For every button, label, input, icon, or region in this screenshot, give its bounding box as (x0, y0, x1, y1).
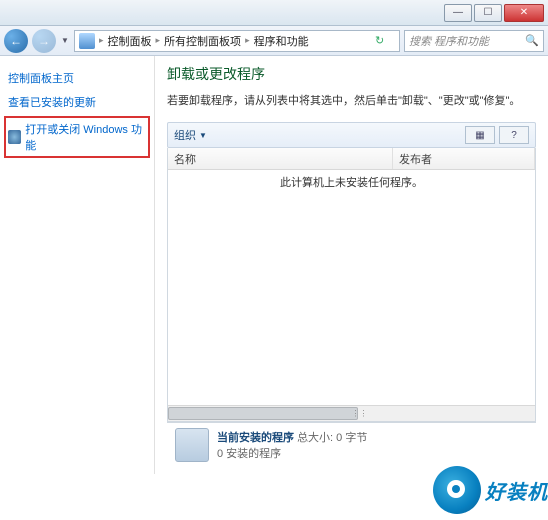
refresh-icon[interactable]: ↻ (375, 34, 395, 47)
watermark-text: 好装机 (485, 476, 548, 505)
body-area: 控制面板主页 查看已安装的更新 打开或关闭 Windows 功能 卸载或更改程序… (0, 56, 548, 474)
empty-message: 此计算机上未安装任何程序。 (168, 170, 535, 194)
breadcrumb-item-programs[interactable]: 程序和功能 (254, 33, 309, 49)
back-button[interactable]: ← (4, 29, 28, 53)
sidebar-item-label: 查看已安装的更新 (8, 94, 96, 110)
search-input[interactable]: 搜索 程序和功能 🔍 (404, 30, 544, 52)
breadcrumb-item-all-items[interactable]: 所有控制面板项 (164, 33, 241, 49)
scrollbar-grip-icon: ⋮⋮ (352, 409, 368, 418)
sidebar-item-updates[interactable]: 查看已安装的更新 (6, 90, 148, 114)
search-placeholder: 搜索 程序和功能 (409, 33, 489, 49)
status-title: 当前安装的程序 (217, 432, 294, 444)
close-button[interactable]: ✕ (504, 4, 544, 22)
highlight-box: 打开或关闭 Windows 功能 (4, 116, 150, 158)
nav-history-dropdown[interactable]: ▼ (60, 31, 70, 51)
shield-icon (8, 130, 21, 144)
statusbar: 当前安装的程序 总大小: 0 字节 0 安装的程序 (167, 422, 536, 466)
scrollbar-thumb[interactable] (168, 407, 358, 420)
breadcrumb-sep: ▸ (243, 35, 252, 46)
program-list: 名称 发布者 此计算机上未安装任何程序。 ⋮⋮ (167, 148, 536, 422)
minimize-button[interactable]: — (444, 4, 472, 22)
list-header: 名称 发布者 (168, 148, 535, 170)
main-content: 卸载或更改程序 若要卸载程序，请从列表中将其选中，然后单击"卸载"、"更改"或"… (155, 56, 548, 474)
breadcrumb[interactable]: ▸ 控制面板 ▸ 所有控制面板项 ▸ 程序和功能 ↻ (74, 30, 400, 52)
toolbar-right: ▦ ? (465, 126, 529, 144)
breadcrumb-item-control-panel[interactable]: 控制面板 (108, 33, 152, 49)
sidebar-item-windows-features[interactable]: 打开或关闭 Windows 功能 (8, 121, 146, 153)
column-header-name[interactable]: 名称 (168, 148, 393, 169)
search-icon: 🔍 (525, 34, 539, 47)
breadcrumb-sep: ▸ (154, 35, 163, 46)
page-title: 卸载或更改程序 (167, 64, 536, 84)
chevron-down-icon: ▼ (199, 131, 207, 140)
breadcrumb-sep: ▸ (97, 35, 106, 46)
maximize-button[interactable]: ☐ (474, 4, 502, 22)
page-description: 若要卸载程序，请从列表中将其选中，然后单击"卸载"、"更改"或"修复"。 (167, 92, 536, 108)
sidebar: 控制面板主页 查看已安装的更新 打开或关闭 Windows 功能 (0, 56, 155, 474)
status-count: 0 安装的程序 (217, 445, 367, 461)
forward-button[interactable]: → (32, 29, 56, 53)
control-panel-icon (79, 33, 95, 49)
toolbar: 组织 ▼ ▦ ? (167, 122, 536, 148)
status-size: 总大小: 0 字节 (297, 432, 367, 444)
status-text: 当前安装的程序 总大小: 0 字节 0 安装的程序 (217, 429, 367, 461)
watermark: 好装机 (433, 466, 548, 514)
watermark-logo-icon (433, 466, 481, 514)
titlebar: — ☐ ✕ (0, 0, 548, 26)
column-header-publisher[interactable]: 发布者 (393, 148, 535, 169)
horizontal-scrollbar[interactable]: ⋮⋮ (168, 405, 535, 421)
program-box-icon (175, 428, 209, 462)
view-mode-button[interactable]: ▦ (465, 126, 495, 144)
sidebar-item-label: 控制面板主页 (8, 70, 74, 86)
sidebar-item-home[interactable]: 控制面板主页 (6, 66, 148, 90)
sidebar-item-label: 打开或关闭 Windows 功能 (25, 121, 146, 153)
organize-label: 组织 (174, 127, 196, 143)
help-button[interactable]: ? (499, 126, 529, 144)
organize-button[interactable]: 组织 ▼ (174, 127, 207, 143)
navbar: ← → ▼ ▸ 控制面板 ▸ 所有控制面板项 ▸ 程序和功能 ↻ 搜索 程序和功… (0, 26, 548, 56)
